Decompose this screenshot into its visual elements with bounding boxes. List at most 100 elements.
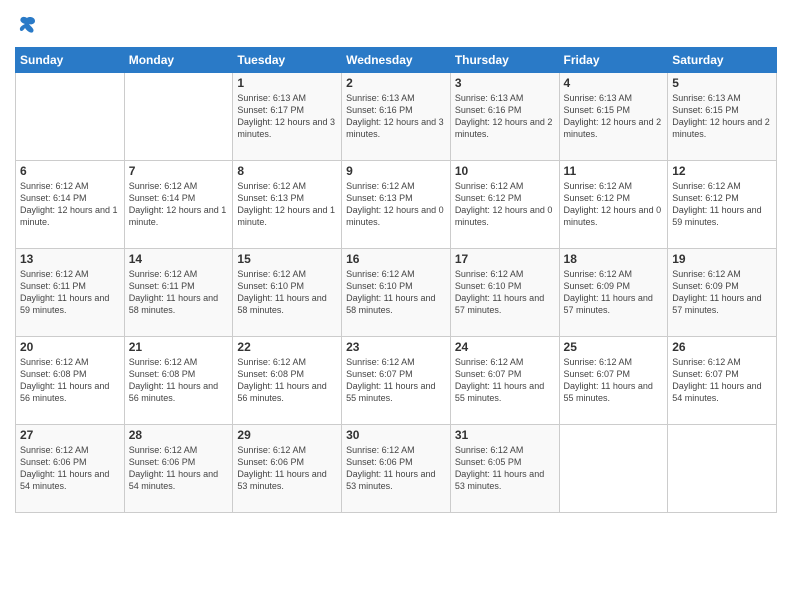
day-info: Sunrise: 6:12 AM Sunset: 6:11 PM Dayligh… xyxy=(20,268,120,317)
day-info: Sunrise: 6:12 AM Sunset: 6:08 PM Dayligh… xyxy=(20,356,120,405)
day-cell: 10 Sunrise: 6:12 AM Sunset: 6:12 PM Dayli… xyxy=(450,160,559,248)
day-cell: 8 Sunrise: 6:12 AM Sunset: 6:13 PM Daylig… xyxy=(233,160,342,248)
day-info: Sunrise: 6:12 AM Sunset: 6:07 PM Dayligh… xyxy=(455,356,555,405)
day-info: Sunrise: 6:12 AM Sunset: 6:07 PM Dayligh… xyxy=(346,356,446,405)
day-cell: 18Sunrise: 6:12 AM Sunset: 6:09 PM Dayli… xyxy=(559,248,668,336)
day-number: 8 xyxy=(237,164,337,178)
day-number: 16 xyxy=(346,252,446,266)
day-cell: 11Sunrise: 6:12 AM Sunset: 6:12 PM Dayli… xyxy=(559,160,668,248)
week-row-5: 27 Sunrise: 6:12 AM Sunset: 6:06 PM Dayli… xyxy=(16,424,777,512)
day-number: 7 xyxy=(129,164,229,178)
day-cell: 6 Sunrise: 6:12 AM Sunset: 6:14 PM Daylig… xyxy=(16,160,125,248)
day-info: Sunrise: 6:12 AM Sunset: 6:08 PM Dayligh… xyxy=(129,356,229,405)
logo-bird-icon xyxy=(17,14,37,34)
day-cell: 12 Sunrise: 6:12 AM Sunset: 6:12 PM Dayli… xyxy=(668,160,777,248)
day-info: Sunrise: 6:12 AM Sunset: 6:05 PM Dayligh… xyxy=(455,444,555,493)
day-number: 14 xyxy=(129,252,229,266)
day-info: Sunrise: 6:12 AM Sunset: 6:11 PM Dayligh… xyxy=(129,268,229,317)
day-cell: 17Sunrise: 6:12 AM Sunset: 6:10 PM Dayli… xyxy=(450,248,559,336)
header-cell-thursday: Thursday xyxy=(450,47,559,72)
day-info: Sunrise: 6:12 AM Sunset: 6:12 PM Dayligh… xyxy=(564,180,664,229)
header xyxy=(15,10,777,39)
day-cell: 5 Sunrise: 6:13 AM Sunset: 6:15 PM Daylig… xyxy=(668,72,777,160)
day-info: Sunrise: 6:12 AM Sunset: 6:14 PM Dayligh… xyxy=(129,180,229,229)
day-number: 12 xyxy=(672,164,772,178)
day-number: 1 xyxy=(237,76,337,90)
header-cell-saturday: Saturday xyxy=(668,47,777,72)
header-cell-sunday: Sunday xyxy=(16,47,125,72)
day-info: Sunrise: 6:12 AM Sunset: 6:10 PM Dayligh… xyxy=(346,268,446,317)
day-info: Sunrise: 6:13 AM Sunset: 6:15 PM Dayligh… xyxy=(672,92,772,141)
day-cell: 25Sunrise: 6:12 AM Sunset: 6:07 PM Dayli… xyxy=(559,336,668,424)
day-number: 10 xyxy=(455,164,555,178)
page: SundayMondayTuesdayWednesdayThursdayFrid… xyxy=(0,0,792,612)
day-number: 9 xyxy=(346,164,446,178)
day-cell: 30 Sunrise: 6:12 AM Sunset: 6:06 PM Dayli… xyxy=(342,424,451,512)
header-cell-tuesday: Tuesday xyxy=(233,47,342,72)
day-number: 19 xyxy=(672,252,772,266)
day-info: Sunrise: 6:12 AM Sunset: 6:06 PM Dayligh… xyxy=(346,444,446,493)
day-cell: 3 Sunrise: 6:13 AM Sunset: 6:16 PM Daylig… xyxy=(450,72,559,160)
day-info: Sunrise: 6:13 AM Sunset: 6:15 PM Dayligh… xyxy=(564,92,664,141)
week-row-4: 20 Sunrise: 6:12 AM Sunset: 6:08 PM Dayli… xyxy=(16,336,777,424)
day-cell: 20 Sunrise: 6:12 AM Sunset: 6:08 PM Dayli… xyxy=(16,336,125,424)
day-info: Sunrise: 6:12 AM Sunset: 6:06 PM Dayligh… xyxy=(129,444,229,493)
day-cell: 22 Sunrise: 6:12 AM Sunset: 6:08 PM Dayli… xyxy=(233,336,342,424)
header-row: SundayMondayTuesdayWednesdayThursdayFrid… xyxy=(16,47,777,72)
day-number: 6 xyxy=(20,164,120,178)
logo xyxy=(15,14,37,39)
day-cell: 2Sunrise: 6:13 AM Sunset: 6:16 PM Daylig… xyxy=(342,72,451,160)
day-cell: 31 Sunrise: 6:12 AM Sunset: 6:05 PM Dayli… xyxy=(450,424,559,512)
day-info: Sunrise: 6:13 AM Sunset: 6:17 PM Dayligh… xyxy=(237,92,337,141)
day-cell xyxy=(668,424,777,512)
day-info: Sunrise: 6:12 AM Sunset: 6:07 PM Dayligh… xyxy=(564,356,664,405)
day-info: Sunrise: 6:12 AM Sunset: 6:06 PM Dayligh… xyxy=(20,444,120,493)
day-number: 23 xyxy=(346,340,446,354)
day-info: Sunrise: 6:13 AM Sunset: 6:16 PM Dayligh… xyxy=(346,92,446,141)
day-info: Sunrise: 6:12 AM Sunset: 6:12 PM Dayligh… xyxy=(455,180,555,229)
day-info: Sunrise: 6:12 AM Sunset: 6:13 PM Dayligh… xyxy=(237,180,337,229)
day-info: Sunrise: 6:12 AM Sunset: 6:10 PM Dayligh… xyxy=(455,268,555,317)
week-row-1: 1 Sunrise: 6:13 AM Sunset: 6:17 PM Daylig… xyxy=(16,72,777,160)
day-cell: 16 Sunrise: 6:12 AM Sunset: 6:10 PM Dayli… xyxy=(342,248,451,336)
day-number: 26 xyxy=(672,340,772,354)
day-cell: 26Sunrise: 6:12 AM Sunset: 6:07 PM Dayli… xyxy=(668,336,777,424)
calendar-body: 1 Sunrise: 6:13 AM Sunset: 6:17 PM Daylig… xyxy=(16,72,777,512)
day-cell: 7 Sunrise: 6:12 AM Sunset: 6:14 PM Daylig… xyxy=(124,160,233,248)
day-cell: 1 Sunrise: 6:13 AM Sunset: 6:17 PM Daylig… xyxy=(233,72,342,160)
day-number: 31 xyxy=(455,428,555,442)
day-cell: 27 Sunrise: 6:12 AM Sunset: 6:06 PM Dayli… xyxy=(16,424,125,512)
day-number: 15 xyxy=(237,252,337,266)
day-info: Sunrise: 6:12 AM Sunset: 6:13 PM Dayligh… xyxy=(346,180,446,229)
week-row-3: 13 Sunrise: 6:12 AM Sunset: 6:11 PM Dayli… xyxy=(16,248,777,336)
day-info: Sunrise: 6:12 AM Sunset: 6:14 PM Dayligh… xyxy=(20,180,120,229)
week-row-2: 6 Sunrise: 6:12 AM Sunset: 6:14 PM Daylig… xyxy=(16,160,777,248)
day-number: 5 xyxy=(672,76,772,90)
day-number: 20 xyxy=(20,340,120,354)
logo-text xyxy=(15,14,37,39)
day-cell: 4 Sunrise: 6:13 AM Sunset: 6:15 PM Daylig… xyxy=(559,72,668,160)
day-cell xyxy=(16,72,125,160)
day-info: Sunrise: 6:13 AM Sunset: 6:16 PM Dayligh… xyxy=(455,92,555,141)
day-cell: 21 Sunrise: 6:12 AM Sunset: 6:08 PM Dayli… xyxy=(124,336,233,424)
day-cell: 15 Sunrise: 6:12 AM Sunset: 6:10 PM Dayli… xyxy=(233,248,342,336)
day-info: Sunrise: 6:12 AM Sunset: 6:10 PM Dayligh… xyxy=(237,268,337,317)
day-number: 30 xyxy=(346,428,446,442)
day-cell: 23 Sunrise: 6:12 AM Sunset: 6:07 PM Dayli… xyxy=(342,336,451,424)
day-cell xyxy=(124,72,233,160)
day-info: Sunrise: 6:12 AM Sunset: 6:09 PM Dayligh… xyxy=(564,268,664,317)
day-number: 21 xyxy=(129,340,229,354)
day-number: 13 xyxy=(20,252,120,266)
day-number: 22 xyxy=(237,340,337,354)
day-cell: 9 Sunrise: 6:12 AM Sunset: 6:13 PM Daylig… xyxy=(342,160,451,248)
day-cell: 14 Sunrise: 6:12 AM Sunset: 6:11 PM Dayli… xyxy=(124,248,233,336)
day-number: 24 xyxy=(455,340,555,354)
day-number: 3 xyxy=(455,76,555,90)
day-info: Sunrise: 6:12 AM Sunset: 6:12 PM Dayligh… xyxy=(672,180,772,229)
day-cell: 13 Sunrise: 6:12 AM Sunset: 6:11 PM Dayli… xyxy=(16,248,125,336)
day-info: Sunrise: 6:12 AM Sunset: 6:08 PM Dayligh… xyxy=(237,356,337,405)
day-cell: 24 Sunrise: 6:12 AM Sunset: 6:07 PM Dayli… xyxy=(450,336,559,424)
day-number: 4 xyxy=(564,76,664,90)
day-cell: 28Sunrise: 6:12 AM Sunset: 6:06 PM Dayli… xyxy=(124,424,233,512)
day-number: 27 xyxy=(20,428,120,442)
